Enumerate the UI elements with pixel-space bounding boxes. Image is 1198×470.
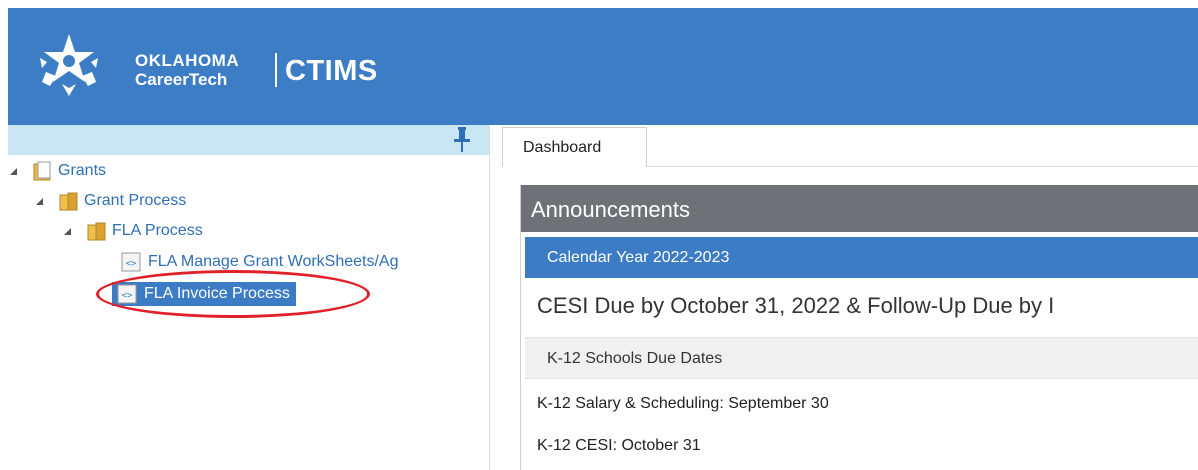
announcement-row: K-12 Salary & Scheduling: September 30	[537, 395, 829, 412]
tree-label-grant-process: Grant Process	[84, 192, 187, 209]
expanded-triangle-icon[interactable]	[8, 166, 18, 176]
expanded-triangle-icon[interactable]	[62, 226, 72, 236]
pane-divider[interactable]	[489, 125, 490, 470]
calendar-year-heading: Calendar Year 2022-2023	[525, 237, 1198, 278]
tree-label-fla-process: FLA Process	[112, 222, 203, 239]
tree-node-fla-process[interactable]: FLA Process	[62, 219, 203, 243]
pin-icon[interactable]	[452, 127, 472, 153]
folder-icon	[87, 222, 106, 241]
code-page-icon: <>	[121, 252, 141, 272]
tree-node-grant-process[interactable]: Grant Process	[34, 189, 186, 213]
tree-label-fla-manage-grant-worksheets: FLA Manage Grant WorkSheets/Ag	[148, 253, 399, 270]
tab-bar-underline	[647, 166, 1198, 167]
announcements-panel: Announcements Calendar Year 2022-2023 CE…	[520, 185, 1198, 470]
folder-icon	[59, 192, 78, 211]
oklahoma-star-logo-icon	[40, 34, 98, 96]
brand-product-name: CTIMS	[285, 55, 378, 87]
tab-dashboard[interactable]: Dashboard	[502, 127, 647, 167]
top-strip	[0, 0, 1198, 8]
announcement-row: K-12 CESI: October 31	[537, 437, 701, 454]
announcement-headline: CESI Due by October 31, 2022 & Follow-Up…	[537, 293, 1055, 318]
tree-label-grants: Grants	[58, 162, 107, 179]
red-highlight-circle	[96, 270, 370, 318]
tree-node-grants[interactable]: Grants	[8, 159, 106, 183]
sidebar-toolbar	[8, 125, 490, 155]
document-folder-icon	[33, 161, 51, 181]
k12-due-dates-heading: K-12 Schools Due Dates	[525, 337, 1198, 379]
app-header: OKLAHOMA CareerTech CTIMS	[8, 8, 1198, 125]
expanded-triangle-icon[interactable]	[34, 196, 44, 206]
announcements-title: Announcements	[521, 185, 1198, 232]
brand-careertech: CareerTech	[135, 70, 228, 89]
brand-divider	[275, 53, 277, 87]
svg-text:<>: <>	[126, 259, 137, 269]
brand-oklahoma: OKLAHOMA	[135, 51, 240, 70]
